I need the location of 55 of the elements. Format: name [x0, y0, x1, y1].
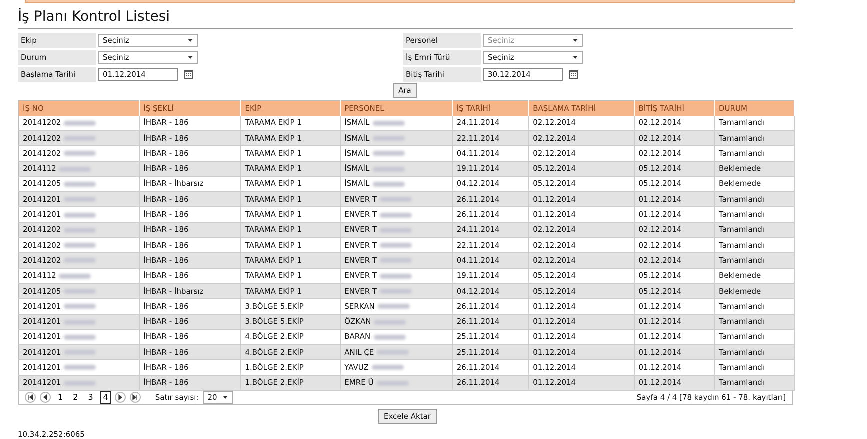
blurred-text — [380, 212, 412, 218]
caret-icon — [573, 38, 578, 42]
blurred-text — [64, 243, 96, 248]
blurred-text — [64, 350, 96, 356]
page-link[interactable]: 4 — [100, 391, 112, 404]
last-page-icon — [131, 393, 140, 402]
blurred-text — [64, 182, 96, 187]
blurred-text — [64, 289, 96, 294]
blurred-text — [374, 320, 406, 325]
blurred-text — [64, 228, 96, 233]
blurred-text — [378, 304, 410, 310]
blurred-text — [372, 151, 405, 156]
blurred-text — [64, 380, 96, 386]
blurred-text — [64, 197, 96, 202]
last-page-button[interactable] — [130, 392, 142, 403]
caret-icon — [573, 56, 578, 59]
blurred-text — [64, 212, 96, 218]
blurred-text — [380, 274, 412, 279]
blurred-text — [372, 120, 405, 126]
next-page-button[interactable] — [115, 392, 126, 403]
blurred-text — [380, 258, 412, 264]
blurred-text — [380, 197, 412, 202]
blurred-text — [376, 380, 409, 386]
blurred-text — [372, 365, 404, 370]
blurred-text — [372, 166, 405, 172]
page-title: İş Planı Kontrol Listesi — [18, 8, 793, 29]
blurred-text — [64, 120, 96, 126]
page-link[interactable]: 2 — [70, 391, 82, 404]
blurred-text — [64, 334, 96, 340]
page-link[interactable]: 1 — [55, 391, 66, 404]
caret-icon — [188, 38, 193, 42]
blurred-text — [380, 289, 412, 294]
calendar-icon[interactable] — [184, 70, 193, 79]
blurred-text — [64, 365, 96, 370]
page-link[interactable]: 3 — [85, 391, 96, 404]
first-page-icon — [26, 393, 35, 402]
blurred-text — [372, 182, 405, 187]
blurred-text — [380, 228, 412, 233]
blurred-text — [64, 136, 96, 142]
blurred-text — [64, 320, 96, 325]
blurred-text — [372, 136, 405, 142]
blurred-text — [64, 258, 96, 264]
blurred-text — [374, 334, 406, 340]
blurred-text — [64, 304, 96, 310]
blurred-text — [59, 166, 92, 172]
blurred-text — [377, 350, 410, 356]
prev-page-icon — [41, 393, 50, 402]
first-page-button[interactable] — [25, 392, 36, 403]
blurred-text — [64, 151, 96, 156]
calendar-icon[interactable] — [569, 70, 578, 79]
blurred-text — [59, 274, 92, 279]
caret-icon — [188, 56, 193, 59]
blurred-text — [380, 243, 412, 248]
caret-icon — [222, 396, 228, 399]
previous-page-button[interactable] — [40, 392, 51, 403]
